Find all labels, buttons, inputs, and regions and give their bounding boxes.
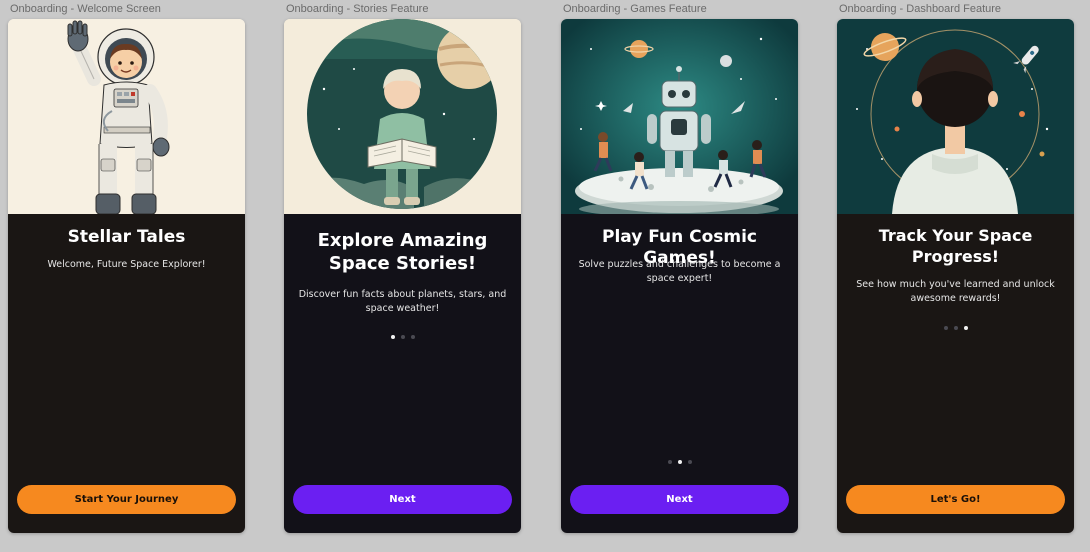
page-indicator [561, 460, 798, 466]
page-indicator [837, 326, 1074, 332]
screen-subtitle: Welcome, Future Space Explorer! [47, 259, 206, 270]
page-dot-3[interactable] [410, 335, 415, 339]
content-area: Play Fun Cosmic Games! Solve puzzles and… [561, 214, 798, 533]
page-dot-3[interactable] [687, 460, 692, 464]
page-dot-2[interactable] [953, 326, 958, 330]
start-journey-button[interactable]: Start Your Journey [17, 485, 236, 514]
content-area: Stellar Tales Welcome, Future Space Expl… [8, 214, 245, 533]
phone-screen: Explore Amazing Space Stories! Discover … [284, 19, 521, 533]
page-dot-3[interactable] [963, 326, 968, 330]
kid-reading-illustration [284, 19, 521, 214]
hero-illustration [837, 19, 1074, 214]
page-dot-2[interactable] [400, 335, 405, 339]
screen-subtitle: See how much you've learned and unlock a… [856, 279, 1055, 304]
hero-illustration [8, 19, 245, 214]
frame-label: Onboarding - Games Feature [563, 3, 707, 15]
hero-illustration [284, 19, 521, 214]
content-area: Explore Amazing Space Stories! Discover … [284, 214, 521, 533]
next-button[interactable]: Next [570, 485, 789, 514]
page-indicator [284, 335, 521, 341]
frame-label: Onboarding - Stories Feature [286, 3, 429, 15]
page-dot-2[interactable] [677, 460, 682, 464]
content-area: Track Your Space Progress! See how much … [837, 214, 1074, 533]
next-button[interactable]: Next [293, 485, 512, 514]
page-dot-1[interactable] [390, 335, 395, 339]
robot-games-illustration [561, 19, 798, 214]
hero-illustration [561, 19, 798, 214]
phone-screen: Stellar Tales Welcome, Future Space Expl… [8, 19, 245, 533]
screen-title: Explore Amazing Space Stories! [317, 230, 488, 274]
frame-label: Onboarding - Welcome Screen [10, 3, 161, 15]
screen-title: Stellar Tales [67, 227, 186, 247]
page-dot-1[interactable] [943, 326, 948, 330]
frame-label: Onboarding - Dashboard Feature [839, 3, 1002, 15]
phone-screen: Play Fun Cosmic Games! Solve puzzles and… [561, 19, 798, 533]
kid-looking-at-space-illustration [837, 19, 1074, 214]
page-dot-1[interactable] [667, 460, 672, 464]
screen-subtitle: Solve puzzles and challenges to become a… [578, 259, 781, 284]
screen-title: Track Your Space Progress! [878, 226, 1033, 266]
screen-subtitle: Discover fun facts about planets, stars,… [298, 289, 507, 314]
lets-go-button[interactable]: Let's Go! [846, 485, 1065, 514]
phone-screen: Track Your Space Progress! See how much … [837, 19, 1074, 533]
astronaut-illustration [8, 19, 245, 214]
